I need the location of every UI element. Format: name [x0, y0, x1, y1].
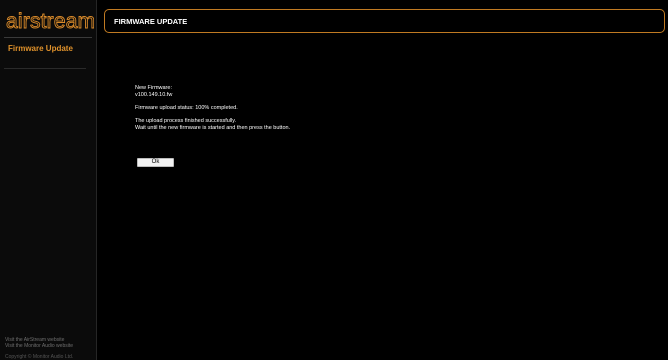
success-message: The upload process finished successfully…	[135, 118, 237, 124]
new-firmware-file: v100.149.10.fw	[135, 92, 173, 98]
sidebar-item-firmware-update[interactable]: Firmware Update	[8, 44, 73, 53]
sidebar-separator	[96, 0, 97, 360]
sidebar-divider	[4, 68, 86, 69]
new-firmware-label: New Firmware:	[135, 85, 172, 91]
sidebar-divider	[4, 37, 92, 38]
ok-button[interactable]: Ok	[137, 158, 174, 167]
content-header: FIRMWARE UPDATE	[104, 9, 665, 33]
page-title: FIRMWARE UPDATE	[114, 17, 188, 26]
footer-links: Visit the AirStream website Visit the Mo…	[5, 337, 73, 349]
upload-status-text: Firmware upload status: 100% completed.	[135, 105, 238, 111]
sidebar: airstream Firmware Update Visit the AirS…	[0, 0, 96, 360]
copyright-text: Copyright © Monitor Audio Ltd.	[5, 354, 74, 360]
monitor-audio-website-link[interactable]: Visit the Monitor Audio website	[5, 343, 73, 349]
firmware-update-screen: airstream Firmware Update Visit the AirS…	[0, 0, 668, 360]
airstream-logo: airstream	[6, 6, 94, 36]
airstream-logo-mark: airstream	[6, 10, 94, 34]
firmware-status-panel: New Firmware: v100.149.10.fw Firmware up…	[135, 85, 290, 132]
svg-text:airstream: airstream	[6, 10, 94, 33]
instruction-text: Wait until the new firmware is started a…	[135, 125, 291, 131]
